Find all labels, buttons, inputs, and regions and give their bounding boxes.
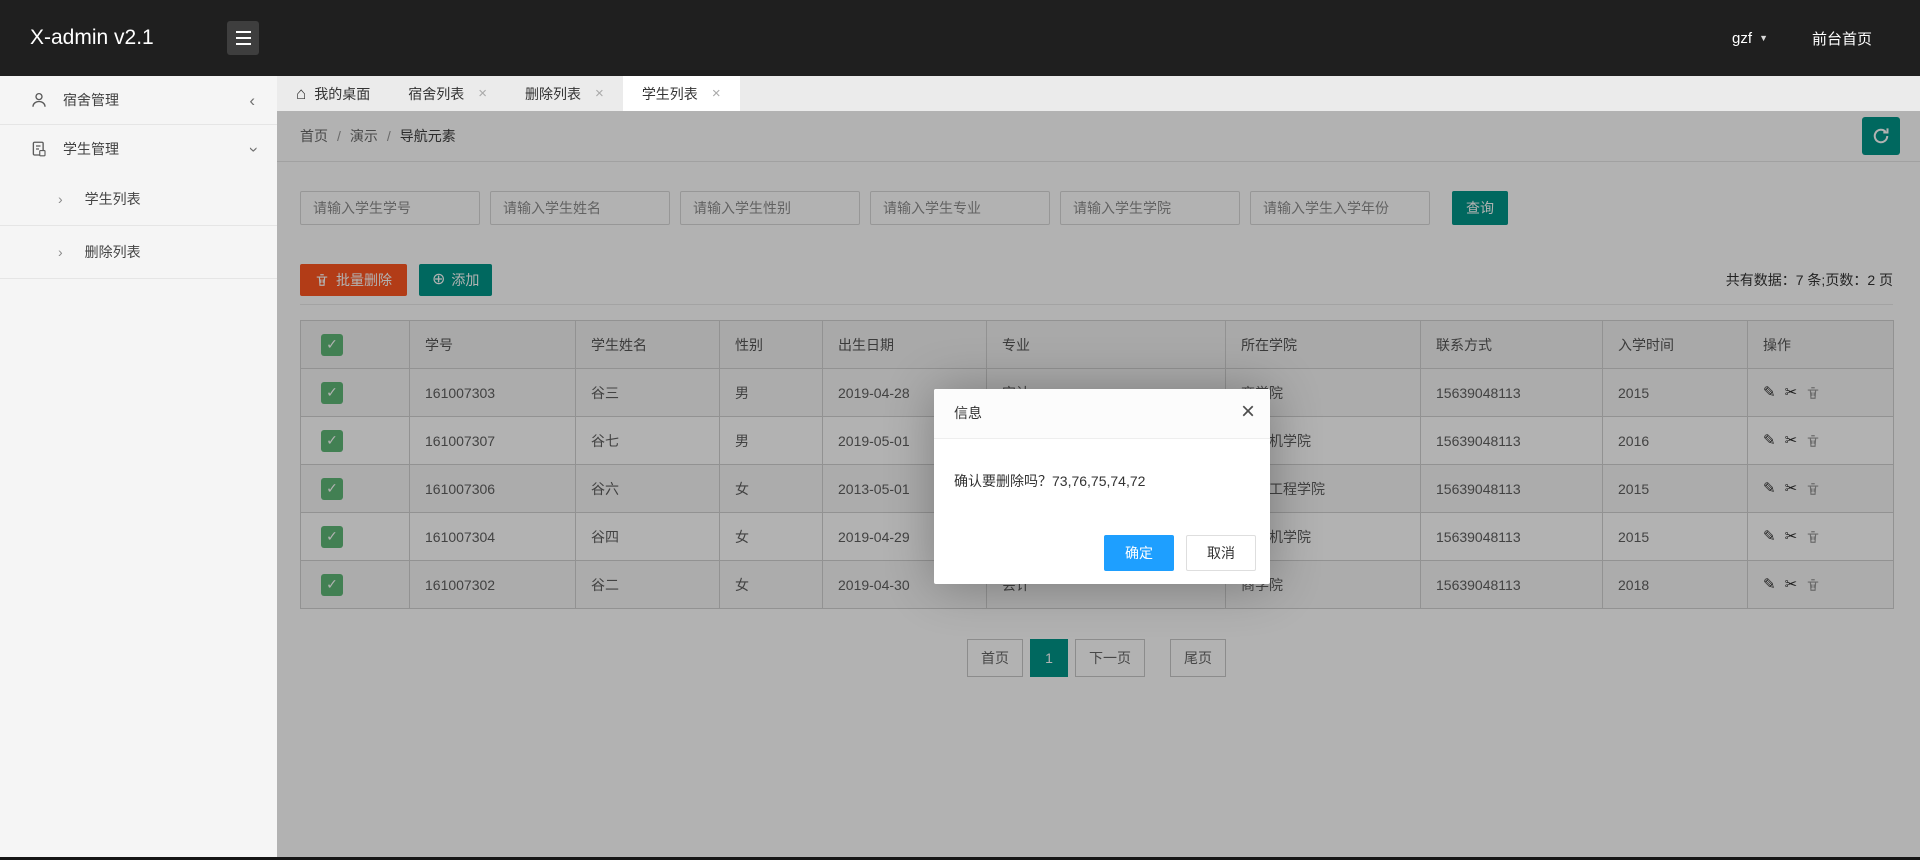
tab-close-icon[interactable]: × xyxy=(712,85,721,102)
hamburger-icon xyxy=(235,31,251,33)
app-brand: X-admin v2.1 xyxy=(30,26,154,49)
document-icon xyxy=(32,141,46,157)
user-icon xyxy=(32,92,46,107)
bottom-divider xyxy=(0,857,1920,860)
tab-dorm-list[interactable]: 宿舍列表 × xyxy=(389,76,506,111)
user-dropdown[interactable]: gzf ▼ xyxy=(1732,30,1768,47)
tab-label: 我的桌面 xyxy=(314,85,371,102)
sidebar-item-dorm-management[interactable]: 宿舍管理 ‹ xyxy=(0,76,277,125)
tab-close-icon[interactable]: × xyxy=(478,85,487,102)
home-icon: ⌂ xyxy=(296,83,307,103)
sidebar-item-label: 学生管理 xyxy=(63,141,119,157)
cancel-button[interactable]: 取消 xyxy=(1186,535,1256,571)
tab-deleted-list[interactable]: 删除列表 × xyxy=(506,76,623,111)
tab-student-list[interactable]: 学生列表 × xyxy=(622,76,740,111)
sidebar-item-student-list[interactable]: › 学生列表 xyxy=(0,173,277,226)
sidebar-item-label: 宿舍管理 xyxy=(63,92,119,108)
tab-close-icon[interactable]: × xyxy=(595,85,604,102)
dialog-message: 确认要删除吗？73,76,75,74,72 xyxy=(954,473,1146,489)
username: gzf xyxy=(1732,29,1753,47)
sidebar-subitem-label: 学生列表 xyxy=(84,191,141,207)
chevron-right-icon: › xyxy=(58,191,63,207)
tab-my-desktop[interactable]: ⌂ 我的桌面 xyxy=(277,76,389,111)
tab-label: 学生列表 xyxy=(641,85,698,102)
confirm-button[interactable]: 确定 xyxy=(1104,535,1174,571)
sidebar-subitem-label: 删除列表 xyxy=(84,244,141,260)
tab-label: 删除列表 xyxy=(525,85,582,102)
close-icon[interactable]: × xyxy=(1241,400,1255,424)
tab-bar: ⌂ 我的桌面 宿舍列表 × 删除列表 × 学生列表 × xyxy=(277,76,1920,111)
sidebar: 宿舍管理 ‹ 学生管理 ‹ › 学生列表 › 删除列表 xyxy=(0,76,277,857)
front-home-link[interactable]: 前台首页 xyxy=(1812,28,1872,49)
sidebar-fold-button[interactable] xyxy=(227,21,259,55)
dialog-title: 信息 xyxy=(934,389,1270,439)
chevron-right-icon: › xyxy=(58,244,63,260)
sidebar-item-deleted-list[interactable]: › 删除列表 xyxy=(0,226,277,279)
confirm-delete-dialog: 信息 × 确认要删除吗？73,76,75,74,72 确定 取消 xyxy=(934,389,1270,584)
caret-down-icon: ▼ xyxy=(1759,33,1768,43)
top-header-bar: X-admin v2.1 gzf ▼ 前台首页 xyxy=(0,0,1920,76)
chevron-down-icon: ‹ xyxy=(242,146,262,152)
topbar-right-area: gzf ▼ 前台首页 xyxy=(1732,0,1872,76)
chevron-left-icon: ‹ xyxy=(249,90,255,110)
tab-label: 宿舍列表 xyxy=(408,85,465,102)
sidebar-item-student-management[interactable]: 学生管理 ‹ xyxy=(0,125,277,173)
